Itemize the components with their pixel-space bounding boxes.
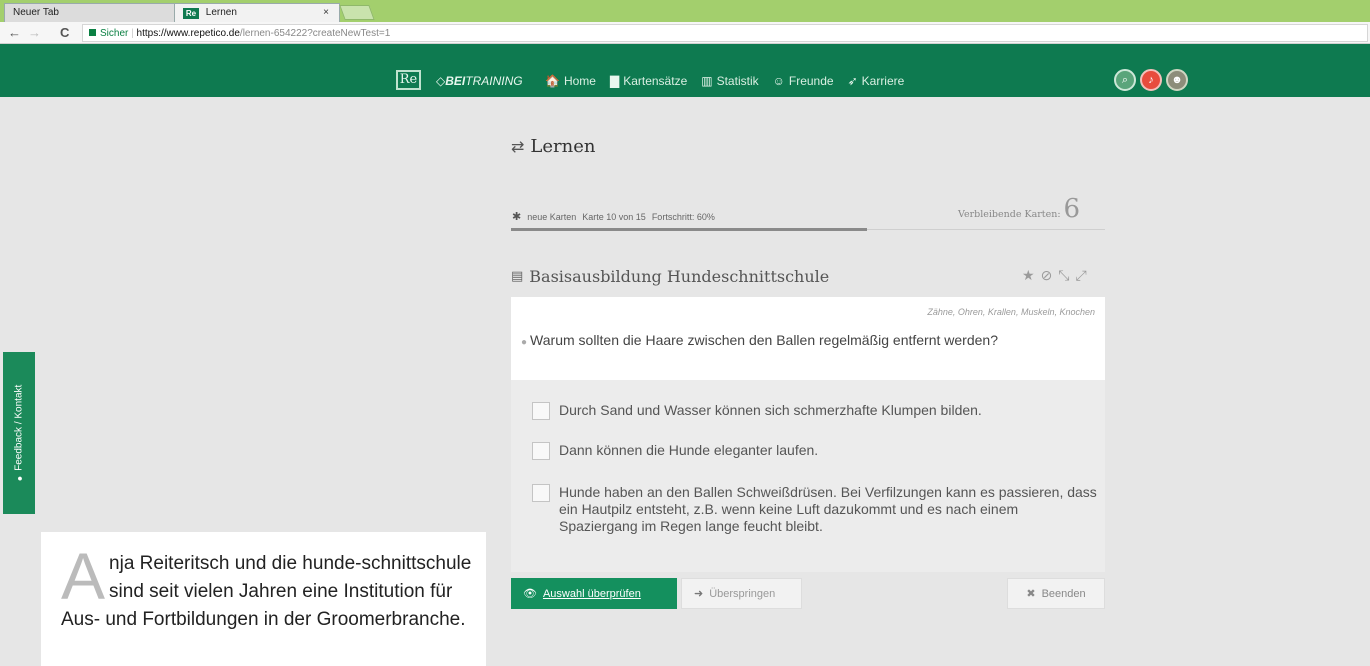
- block-icon[interactable]: ⊘: [1041, 267, 1053, 284]
- secure-label: Sicher: [100, 28, 129, 39]
- answer-checkbox[interactable]: [532, 442, 550, 460]
- repeat-icon: ⇄: [511, 137, 525, 156]
- home-icon: 🏠: [545, 74, 560, 88]
- dropcap: A: [61, 539, 106, 613]
- notification-bell-icon[interactable]: ♪: [1140, 69, 1162, 91]
- card-set-title: ▤ Basisausbildung Hundeschnittschule: [511, 267, 830, 286]
- friends-icon: ☺: [772, 74, 785, 88]
- new-tab-button[interactable]: [339, 5, 375, 20]
- lock-icon: [89, 29, 96, 36]
- career-icon: ➶: [847, 74, 858, 88]
- repetico-favicon-icon: Re: [183, 8, 199, 19]
- arrow-right-icon: ➜: [694, 588, 704, 600]
- brand-logo[interactable]: ◇BEITRAINING: [436, 74, 523, 88]
- back-icon[interactable]: ←: [8, 25, 21, 40]
- nav-item-karriere[interactable]: ➶ Karriere: [848, 74, 905, 88]
- url-host: https://www.repetico.de: [136, 28, 240, 39]
- feedback-tab[interactable]: ● Feedback / Kontakt: [3, 352, 35, 514]
- question-text: ● Warum sollten die Haare zwischen den Ba…: [521, 332, 998, 348]
- star-icon[interactable]: ★: [1022, 267, 1035, 284]
- card-tags: Zähne, Ohren, Krallen, Muskeln, Knochen: [927, 307, 1095, 317]
- check-answer-button[interactable]: 👁 Auswahl überprüfen: [511, 578, 677, 609]
- new-cards-label: neue Karten: [527, 211, 577, 222]
- article-text: nja Reiteritsch und die hunde-schnittsch…: [61, 553, 472, 630]
- search-icon[interactable]: ⌕: [1114, 69, 1136, 91]
- tab-label: Lernen: [205, 7, 237, 18]
- question-card: Zähne, Ohren, Krallen, Muskeln, Knochen …: [511, 297, 1105, 380]
- nav-item-home[interactable]: 🏠 Home: [545, 74, 596, 88]
- bullet-icon: ●: [521, 337, 528, 348]
- remaining-cards: Verbleibende Karten: 6: [958, 194, 1080, 224]
- url-input[interactable]: Sicher | https://www.repetico.de/lernen-…: [82, 24, 1368, 42]
- answer-option[interactable]: Durch Sand und Wasser können sich schmer…: [532, 402, 1099, 420]
- answer-list: Durch Sand und Wasser können sich schmer…: [511, 380, 1105, 572]
- browser-tab-lernen[interactable]: Re Lernen ×: [174, 3, 340, 22]
- cards-icon: ▇: [609, 74, 620, 88]
- asterisk-icon: ✱: [512, 211, 522, 223]
- expand-icon[interactable]: ⤢: [1076, 267, 1087, 284]
- progress-text: Fortschritt: 60%: [651, 211, 715, 222]
- url-path: /lernen-654222?createNewTest=1: [239, 28, 391, 39]
- user-controls: ⌕ ♪ ☻: [1114, 69, 1188, 91]
- skip-button[interactable]: ➜ Überspringen: [681, 578, 802, 609]
- progress-bar: [511, 228, 868, 231]
- tab-label: Neuer Tab: [13, 7, 59, 18]
- learning-meta: ✱ neue Karten Karte 10 von 15 Fortschrit…: [512, 210, 715, 223]
- card-position: Karte 10 von 15: [582, 211, 646, 222]
- answer-option[interactable]: Dann können die Hunde eleganter laufen.: [532, 442, 1099, 460]
- remaining-count: 6: [1063, 194, 1081, 224]
- card-tools: ★ ⊘ ⤡ ⤢: [1022, 267, 1087, 284]
- nav-item-statistik[interactable]: ▥ Statistik: [701, 74, 758, 88]
- remaining-label: Verbleibende Karten:: [958, 209, 1061, 220]
- browser-tab-strip: Neuer Tab × Re Lernen ×: [0, 0, 1370, 22]
- repetico-logo[interactable]: Re: [396, 70, 421, 90]
- address-bar: ← → C Sicher | https://www.repetico.de/l…: [0, 22, 1370, 44]
- eye-icon: 👁: [523, 588, 537, 600]
- main-nav: 🏠 Home ▇ Kartensätze ▥ Statistik ☺ Freun…: [545, 74, 904, 88]
- close-icon: ✖: [1026, 588, 1036, 600]
- answer-checkbox[interactable]: [532, 402, 550, 420]
- nav-item-kartensaetze[interactable]: ▇ Kartensätze: [610, 74, 687, 88]
- browser-tab-new[interactable]: Neuer Tab ×: [4, 3, 192, 22]
- answer-option[interactable]: Hunde haben an den Ballen Schweißdrüsen.…: [532, 484, 1099, 535]
- stats-icon: ▥: [701, 74, 713, 88]
- article-excerpt: A nja Reiteritsch und die hunde-schnitts…: [41, 532, 486, 666]
- nav-item-freunde[interactable]: ☺ Freunde: [773, 74, 834, 88]
- box-icon: ▤: [511, 269, 524, 284]
- end-button[interactable]: ✖ Beenden: [1007, 578, 1105, 609]
- answer-checkbox[interactable]: [532, 484, 550, 502]
- info-icon: ●: [14, 475, 24, 482]
- close-tab-icon[interactable]: ×: [323, 7, 329, 18]
- page-title: ⇄ Lernen: [511, 136, 596, 157]
- forward-icon[interactable]: →: [28, 25, 41, 40]
- reload-icon[interactable]: C: [60, 25, 69, 40]
- avatar[interactable]: ☻: [1166, 69, 1188, 91]
- collapse-icon[interactable]: ⤡: [1058, 267, 1069, 284]
